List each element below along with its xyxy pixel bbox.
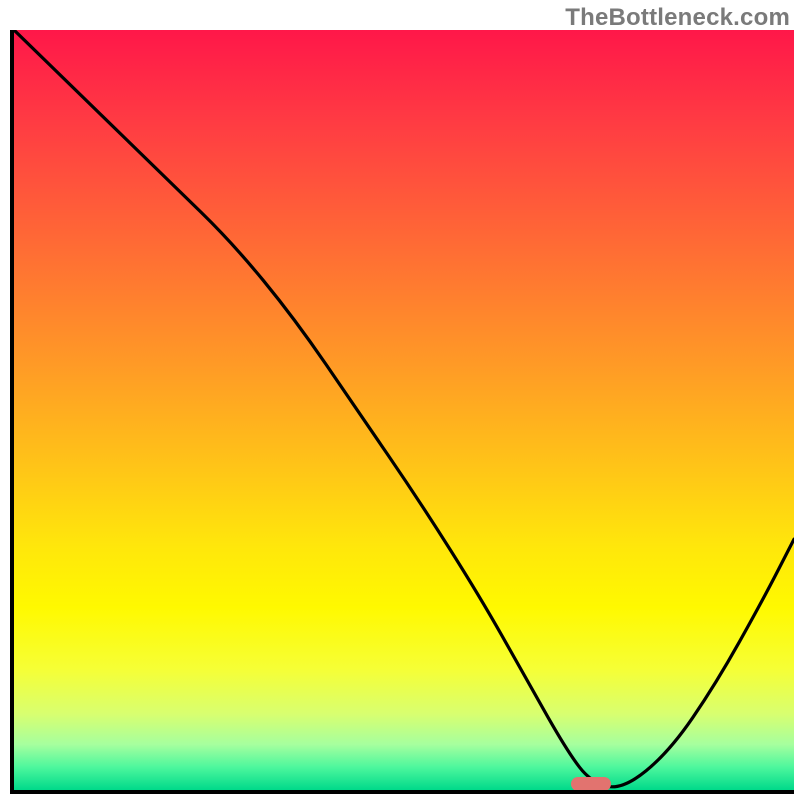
curve-svg: [14, 30, 794, 790]
watermark-text: TheBottleneck.com: [565, 4, 790, 32]
optimal-marker: [571, 777, 611, 791]
chart-container: TheBottleneck.com: [0, 0, 800, 800]
plot-area: [10, 30, 794, 794]
bottleneck-curve: [14, 30, 794, 787]
